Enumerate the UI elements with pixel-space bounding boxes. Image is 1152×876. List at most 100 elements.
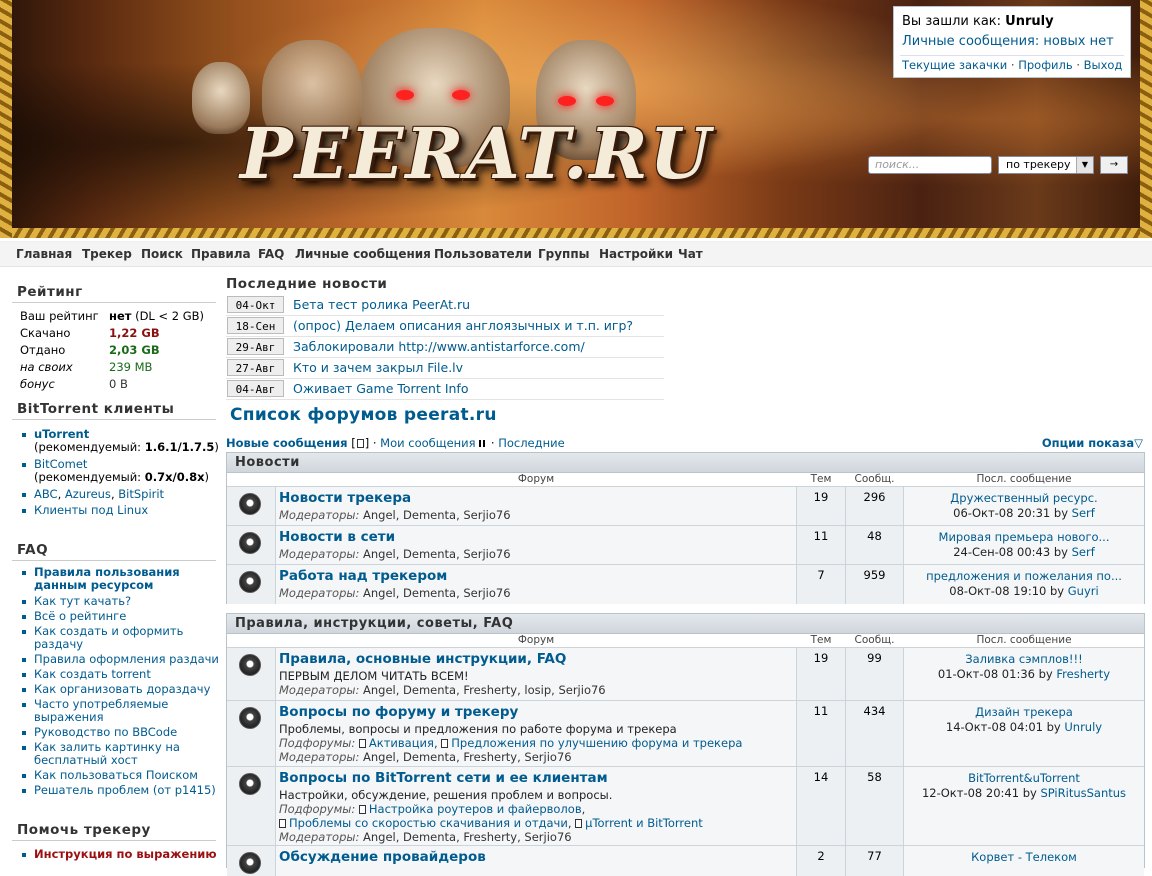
topic-count: 14 bbox=[813, 770, 829, 784]
site-logo[interactable]: PEERAT.RU bbox=[240, 112, 713, 195]
forum-name-link[interactable]: Новости в сети bbox=[279, 529, 395, 545]
nav-search[interactable]: Поиск bbox=[141, 247, 183, 261]
faq-link[interactable]: Как тут качать? bbox=[34, 594, 131, 608]
subforums: Подфорумы: Активация, Предложения по улу… bbox=[279, 736, 743, 750]
forum-name-link[interactable]: Новости трекера bbox=[279, 490, 411, 506]
linux-clients-link[interactable]: Клиенты под Linux bbox=[34, 503, 148, 517]
faq-link[interactable]: Всё о рейтинге bbox=[34, 609, 126, 623]
last-post-link[interactable]: Мировая премьера нового... bbox=[904, 530, 1144, 544]
search-button[interactable]: → bbox=[1100, 156, 1128, 174]
logout-link[interactable]: Выход bbox=[1084, 58, 1123, 72]
forum-moderators: Модераторы: Angel, Dementa, Serjio76 bbox=[279, 586, 511, 600]
forum-skull-icon bbox=[239, 493, 261, 515]
news-link[interactable]: Заблокировали http://www.antistarforce.c… bbox=[293, 339, 585, 354]
forum-name-link[interactable]: Вопросы по форуму и трекеру bbox=[279, 704, 518, 720]
faq-link[interactable]: Как создать torrent bbox=[34, 667, 151, 681]
subforum-link[interactable]: Активация bbox=[369, 736, 434, 750]
faq-link[interactable]: Правила пользования данным ресурсом bbox=[34, 565, 180, 592]
last-post-user-link[interactable]: Unruly bbox=[1064, 720, 1102, 734]
last-post-link[interactable]: Корвет - Телеком bbox=[904, 850, 1144, 864]
last-post-link[interactable]: BitTorrent&uTorrent bbox=[904, 771, 1144, 785]
private-messages-link[interactable]: Личные сообщения: новых нет bbox=[902, 34, 1114, 49]
forum-description: ПЕРВЫМ ДЕЛОМ ЧИТАТЬ ВСЕМ! bbox=[279, 669, 469, 683]
latest-link[interactable]: Последние bbox=[498, 436, 564, 450]
forum-name-link[interactable]: Работа над трекером bbox=[279, 568, 447, 584]
abc-link[interactable]: ABC bbox=[34, 487, 58, 501]
faq-link[interactable]: Как создать и оформить раздачу bbox=[34, 624, 183, 651]
last-post-user-link[interactable]: Serf bbox=[1072, 545, 1095, 559]
display-options-button[interactable]: Опции показа▽ bbox=[1042, 436, 1143, 450]
nav-faq[interactable]: FAQ bbox=[258, 247, 284, 261]
bonus-value: 0 B bbox=[109, 377, 128, 391]
topic-count: 19 bbox=[813, 490, 829, 504]
forum-name-link[interactable]: Правила, основные инструкции, FAQ bbox=[279, 651, 566, 667]
nav-users[interactable]: Пользователи bbox=[434, 247, 532, 261]
new-posts-link[interactable]: Новые сообщения bbox=[226, 436, 348, 450]
utorrent-link[interactable]: uTorrent bbox=[34, 427, 89, 441]
last-post-link[interactable]: предложения и пожелания по... bbox=[904, 569, 1144, 583]
search-input[interactable]: поиск... bbox=[868, 156, 992, 174]
rating-value: нет bbox=[109, 309, 132, 323]
last-post-info: 06-Окт-08 20:31 by Serf bbox=[953, 506, 1095, 520]
forum-skull-icon bbox=[239, 571, 261, 593]
news-date: 29-Авг bbox=[227, 338, 284, 355]
bitspirit-link[interactable]: BitSpirit bbox=[118, 487, 164, 501]
document-icon bbox=[358, 739, 366, 748]
nav-private-messages[interactable]: Личные сообщения bbox=[295, 247, 431, 261]
subforum-link[interactable]: µTorrent и BitTorrent bbox=[585, 816, 703, 830]
search-scope-select[interactable]: по трекеру ▼ bbox=[998, 156, 1094, 174]
nav-settings[interactable]: Настройки bbox=[599, 247, 673, 261]
current-downloads-link[interactable]: Текущие закачки bbox=[902, 58, 1007, 72]
news-link[interactable]: Бета тест ролика PeerAt.ru bbox=[293, 297, 470, 312]
category-title[interactable]: Новости bbox=[235, 455, 300, 470]
last-post-link[interactable]: Заливка сэмплов!!! bbox=[904, 652, 1144, 666]
news-link[interactable]: (опрос) Делаем описания англоязычных и т… bbox=[293, 318, 633, 333]
faq-link[interactable]: Как организовать дораздачу bbox=[34, 682, 210, 696]
help-instruction-link[interactable]: Инструкция по выражению bbox=[34, 847, 217, 861]
profile-link[interactable]: Профиль bbox=[1018, 58, 1072, 72]
forum-moderators: Модераторы: Angel, Dementa, Fresherty, S… bbox=[279, 830, 572, 844]
last-post-user-link[interactable]: Guyri bbox=[1068, 584, 1099, 598]
faq-link[interactable]: Как пользоваться Поиском bbox=[34, 768, 198, 782]
forum-moderators: Модераторы: Angel, Dementa, Fresherty, l… bbox=[279, 683, 606, 697]
category-title[interactable]: Правила, инструкции, советы, FAQ bbox=[235, 616, 513, 631]
nav-groups[interactable]: Группы bbox=[538, 247, 590, 261]
forum-skull-icon bbox=[239, 532, 261, 554]
faq-link[interactable]: Часто употребляемые выражения bbox=[34, 697, 168, 724]
news-link[interactable]: Кто и зачем закрыл File.lv bbox=[293, 360, 463, 375]
nav-tracker[interactable]: Трекер bbox=[82, 247, 132, 261]
last-post-user-link[interactable]: Serf bbox=[1072, 506, 1095, 520]
post-count: 99 bbox=[867, 651, 882, 665]
faq-link[interactable]: Правила оформления раздачи bbox=[34, 652, 219, 666]
bitcomet-link[interactable]: BitComet bbox=[34, 457, 87, 471]
forum-name-link[interactable]: Обсуждение провайдеров bbox=[279, 849, 486, 865]
azureus-link[interactable]: Azureus bbox=[65, 487, 111, 501]
forum-skull-icon bbox=[239, 773, 261, 795]
forum-name-link[interactable]: Вопросы по BitTorrent сети и ее клиентам bbox=[279, 770, 608, 786]
last-post-link[interactable]: Дизайн трекера bbox=[904, 705, 1144, 719]
forum-description: Проблемы, вопросы и предложения по работ… bbox=[279, 722, 677, 736]
post-count: 48 bbox=[867, 529, 882, 543]
news-link[interactable]: Оживает Game Torrent Info bbox=[293, 381, 468, 396]
post-count: 58 bbox=[867, 770, 882, 784]
checker-icon bbox=[479, 440, 488, 447]
username[interactable]: Unruly bbox=[1005, 14, 1053, 29]
last-post-user-link[interactable]: SPiRitusSantus bbox=[1040, 786, 1126, 800]
forum-list-title[interactable]: Список форумов peerat.ru bbox=[230, 405, 497, 425]
my-posts-link[interactable]: Мои сообщения bbox=[380, 436, 475, 450]
subforum-link[interactable]: Предложения по улучшению форума и трекер… bbox=[451, 736, 742, 750]
forum-row: Правила, основные инструкции, FAQ ПЕРВЫМ … bbox=[227, 647, 1144, 701]
subforum-link[interactable]: Настройка роутеров и файерволов bbox=[369, 802, 582, 816]
nav-home[interactable]: Главная bbox=[16, 247, 72, 261]
last-post-user-link[interactable]: Fresherty bbox=[1056, 667, 1110, 681]
faq-link[interactable]: Решатель проблем (от p1415) bbox=[34, 783, 216, 797]
faq-link[interactable]: Руководство по BBCode bbox=[34, 725, 177, 739]
column-header-topics: Тем bbox=[810, 634, 832, 646]
subforum-link[interactable]: Проблемы со скоростью скачивания и отдач… bbox=[289, 816, 568, 830]
nav-rules[interactable]: Правила bbox=[191, 247, 251, 261]
last-post-link[interactable]: Дружественный ресурс. bbox=[904, 491, 1144, 505]
faq-link[interactable]: Как залить картинку на бесплатный хост bbox=[34, 740, 180, 767]
document-icon bbox=[356, 439, 364, 448]
nav-chat[interactable]: Чат bbox=[678, 247, 703, 261]
news-date: 04-Окт bbox=[227, 296, 284, 313]
